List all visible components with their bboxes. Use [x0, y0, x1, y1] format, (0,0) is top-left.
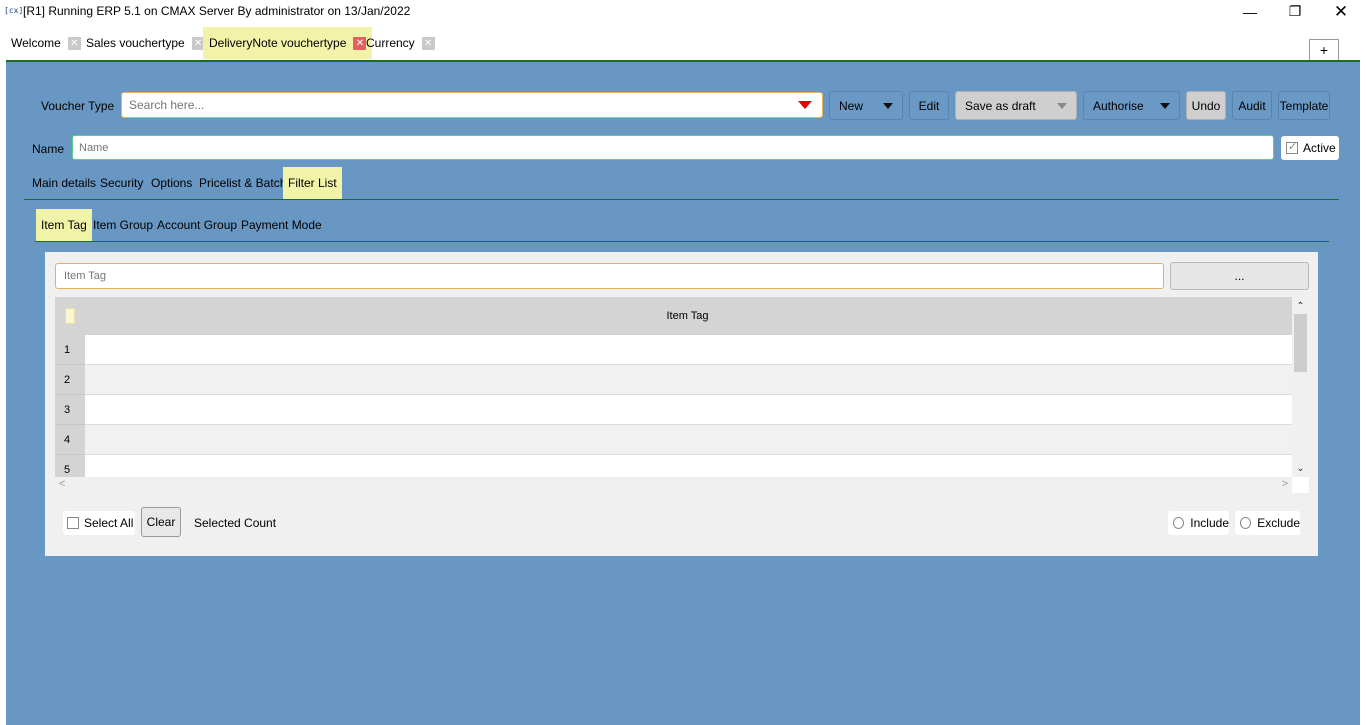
template-button[interactable]: Template	[1278, 91, 1330, 120]
clear-button[interactable]: Clear	[141, 507, 181, 537]
title-bar: [cx] [R1] Running ERP 5.1 on CMAX Server…	[0, 0, 1366, 23]
dropdown-arrow-icon[interactable]	[798, 101, 812, 109]
checkbox-checked-icon[interactable]	[1286, 140, 1298, 154]
add-tab-button[interactable]: +	[1309, 39, 1339, 61]
close-tab-icon[interactable]: ✕	[421, 36, 435, 50]
table-row[interactable]: 4	[55, 425, 1292, 455]
tab-deliverynote-vouchertype[interactable]: DeliveryNote vouchertype ✕	[203, 27, 373, 59]
app-logo-icon: [cx]	[4, 6, 24, 15]
minimize-button[interactable]: —	[1227, 0, 1273, 23]
horizontal-scrollbar[interactable]: < >	[55, 477, 1292, 493]
table-row[interactable]: 3	[55, 395, 1292, 425]
row-number: 2	[55, 365, 85, 395]
scroll-thumb[interactable]	[1294, 314, 1307, 372]
undo-button[interactable]: Undo	[1186, 91, 1226, 120]
select-all-label: Select All	[84, 516, 134, 530]
maximize-button[interactable]: ❐	[1272, 0, 1318, 23]
table-row[interactable]: 2	[55, 365, 1292, 395]
scroll-right-icon[interactable]: >	[1282, 478, 1288, 490]
tab-item-group[interactable]: Item Group	[88, 209, 158, 241]
authorise-button[interactable]: Authorise	[1083, 91, 1180, 120]
radio-icon[interactable]	[1173, 517, 1185, 529]
table-cell[interactable]	[85, 395, 1292, 424]
item-tag-input[interactable]	[56, 264, 1146, 288]
save-as-draft-label: Save as draft	[965, 98, 1036, 113]
tab-payment-mode[interactable]: Payment Mode	[236, 209, 327, 241]
chevron-down-icon[interactable]	[1151, 92, 1179, 119]
tab-item-tag[interactable]: Item Tag	[36, 209, 92, 241]
row-number: 5	[55, 455, 85, 477]
document-tab-strip: Welcome ✕ Sales vouchertype ✕ DeliveryNo…	[0, 27, 1366, 61]
tab-label: Welcome	[11, 36, 61, 50]
tab-options[interactable]: Options	[146, 167, 197, 199]
table-cell[interactable]	[85, 425, 1292, 454]
row-number: 4	[55, 425, 85, 455]
filter-panel: ... Item Tag 1 2 3 4 5	[45, 252, 1318, 556]
scroll-up-icon[interactable]: ⌃	[1292, 299, 1309, 313]
tab-currency[interactable]: Currency ✕	[360, 27, 441, 59]
active-checkbox[interactable]: Active	[1281, 136, 1339, 160]
voucher-type-search-input[interactable]	[122, 93, 782, 117]
row-number: 3	[55, 395, 85, 425]
table-cell[interactable]	[85, 365, 1292, 394]
close-window-button[interactable]: ✕	[1318, 0, 1364, 23]
scroll-corner	[1292, 477, 1309, 493]
table-cell[interactable]	[85, 335, 1292, 364]
checkbox-icon[interactable]	[67, 517, 79, 529]
tab-security[interactable]: Security	[95, 167, 148, 199]
chevron-down-icon[interactable]	[874, 92, 902, 119]
tab-label: Sales vouchertype	[86, 36, 185, 50]
vertical-scrollbar[interactable]: ⌃ ⌄	[1292, 297, 1309, 477]
save-as-draft-button[interactable]: Save as draft	[955, 91, 1077, 120]
table-cell[interactable]	[85, 455, 1292, 477]
name-input[interactable]	[73, 136, 1263, 159]
exclude-label: Exclude	[1257, 516, 1300, 530]
voucher-type-search	[121, 92, 823, 118]
authorise-label: Authorise	[1093, 98, 1144, 113]
scroll-down-icon[interactable]: ⌄	[1292, 461, 1309, 475]
tab-label: Currency	[366, 36, 415, 50]
new-button-label: New	[839, 98, 864, 113]
browse-button[interactable]: ...	[1170, 262, 1309, 290]
table-row[interactable]: 1	[55, 335, 1292, 365]
tab-welcome[interactable]: Welcome ✕	[5, 27, 87, 59]
tab-main-details[interactable]: Main details	[27, 167, 101, 199]
item-tag-field	[55, 263, 1164, 289]
column-header-item-tag[interactable]: Item Tag	[85, 310, 1290, 322]
section-divider	[24, 199, 1339, 200]
audit-button[interactable]: Audit	[1232, 91, 1272, 120]
tab-sales-vouchertype[interactable]: Sales vouchertype ✕	[80, 27, 211, 59]
selected-count-label: Selected Count	[194, 516, 277, 530]
main-form: Voucher Type New Edit Save as draft Auth…	[6, 62, 1360, 725]
tab-filter-list[interactable]: Filter List	[283, 167, 342, 199]
chevron-down-icon[interactable]	[1048, 92, 1076, 119]
radio-icon[interactable]	[1240, 517, 1252, 529]
tab-label: DeliveryNote vouchertype	[209, 36, 347, 50]
new-button[interactable]: New	[829, 91, 903, 120]
tab-pricelist-batch[interactable]: Pricelist & Batch	[194, 167, 291, 199]
select-all-cell[interactable]	[65, 308, 75, 324]
tab-account-group[interactable]: Account Group	[152, 209, 242, 241]
name-field	[72, 135, 1274, 160]
window-title: [R1] Running ERP 5.1 on CMAX Server By a…	[23, 4, 411, 18]
name-label: Name	[32, 142, 65, 156]
scroll-left-icon[interactable]: <	[59, 478, 65, 490]
voucher-type-label: Voucher Type	[41, 99, 115, 113]
row-number: 1	[55, 335, 85, 365]
active-label: Active	[1303, 141, 1336, 155]
exclude-radio[interactable]: Exclude	[1235, 511, 1300, 535]
table-row[interactable]: 5	[55, 455, 1292, 477]
edit-button[interactable]: Edit	[909, 91, 949, 120]
close-tab-icon[interactable]: ✕	[67, 36, 81, 50]
select-all-checkbox[interactable]: Select All	[63, 511, 135, 535]
filter-tab-divider	[35, 241, 1329, 242]
grid-header: Item Tag	[55, 297, 1292, 335]
include-label: Include	[1190, 516, 1229, 530]
item-tag-grid: Item Tag 1 2 3 4 5	[55, 297, 1292, 477]
include-radio[interactable]: Include	[1168, 511, 1229, 535]
